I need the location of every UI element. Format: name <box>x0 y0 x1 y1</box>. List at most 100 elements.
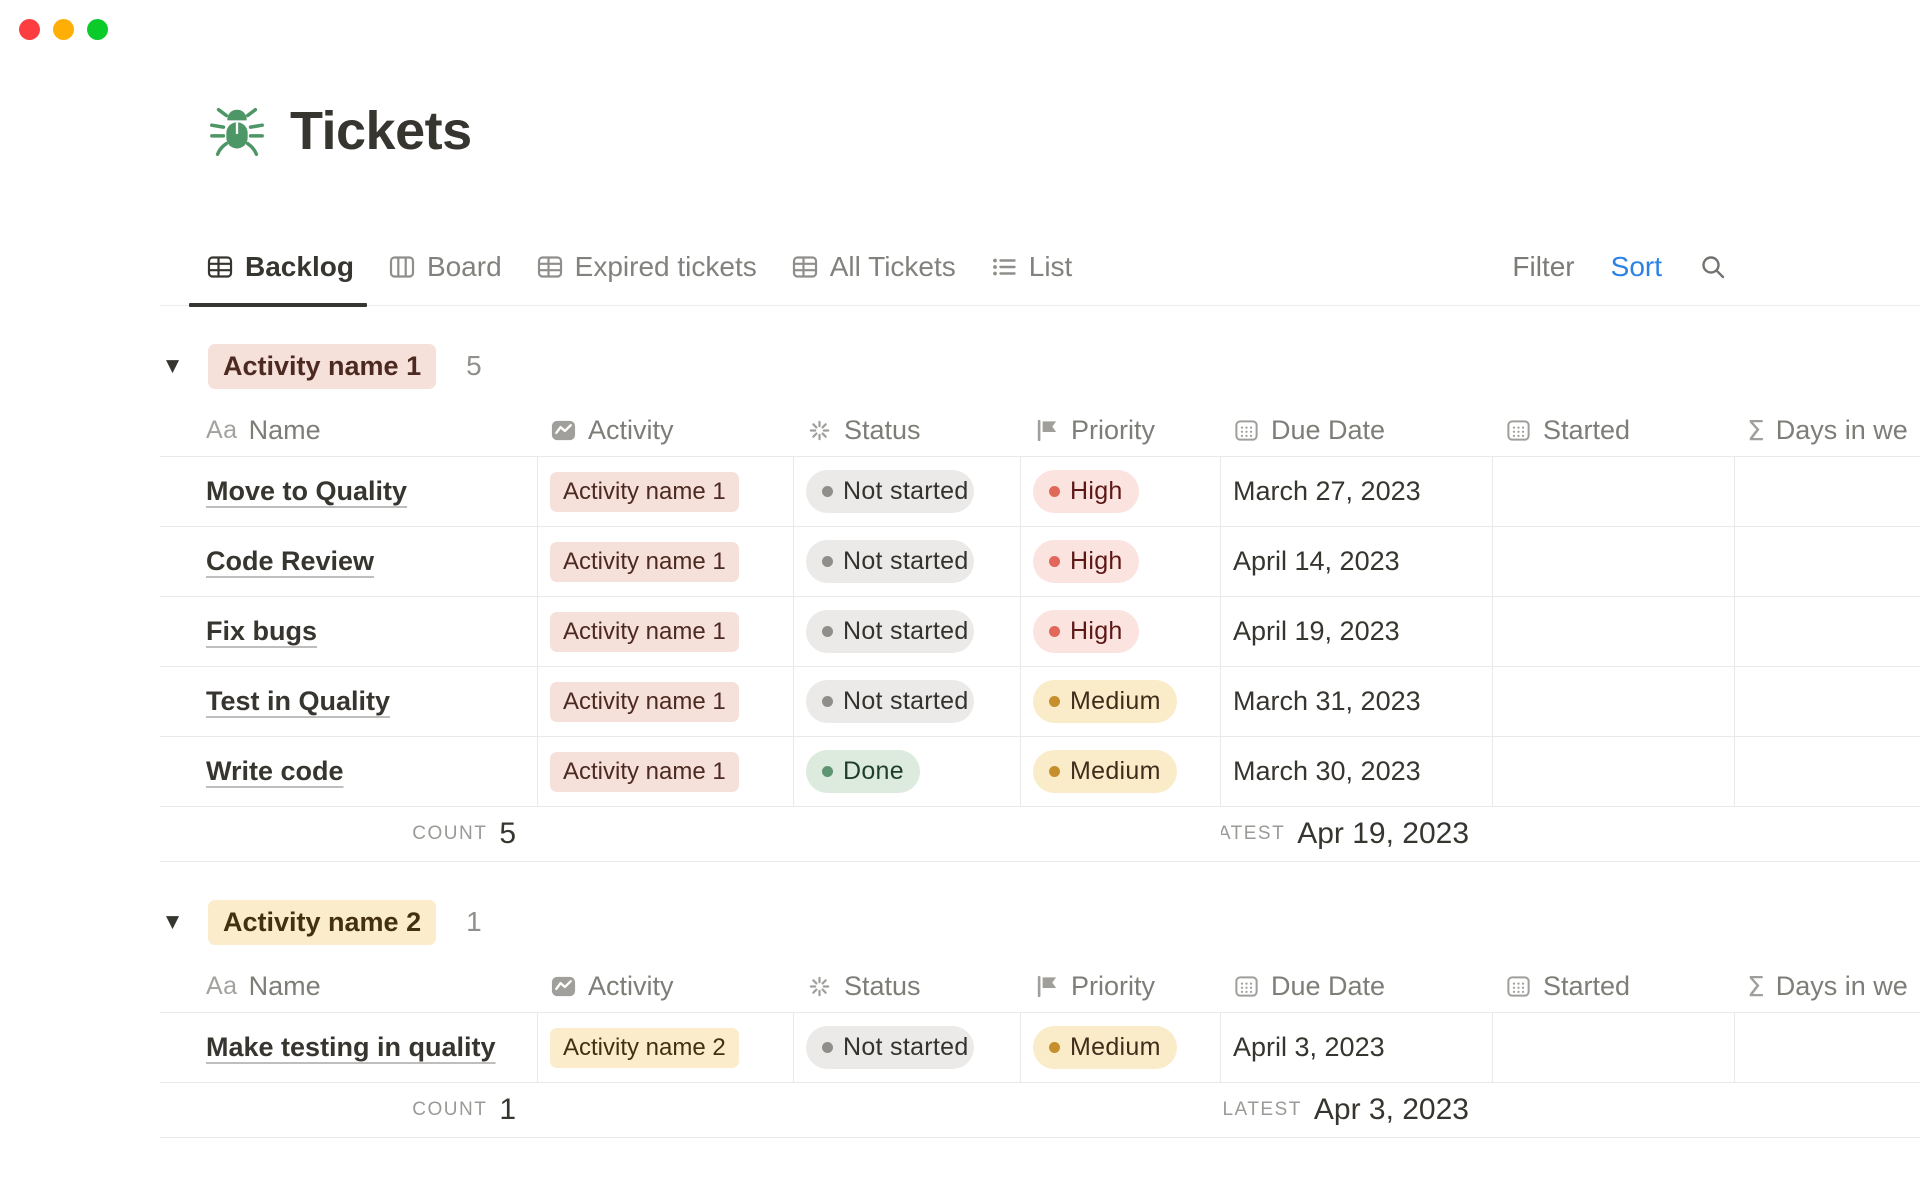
page-title[interactable]: Tickets <box>290 100 472 162</box>
column-header-priority[interactable]: Priority <box>1021 404 1221 456</box>
filter-button[interactable]: Filter <box>1512 251 1574 283</box>
status-dot <box>822 486 833 497</box>
group-toggle-icon[interactable]: ▼ <box>166 912 186 932</box>
status-label: Done <box>843 757 904 786</box>
cell-priority[interactable]: High <box>1021 597 1221 667</box>
cell-name[interactable]: Test in Quality <box>160 667 538 737</box>
column-header-activity[interactable]: Activity <box>538 404 794 456</box>
tab-backlog[interactable]: Backlog <box>206 251 354 305</box>
tab-board[interactable]: Board <box>388 251 502 305</box>
status-dot <box>822 556 833 567</box>
tab-label: List <box>1029 251 1073 283</box>
cell-activity[interactable]: Activity name 1 <box>538 597 794 667</box>
cell-activity[interactable]: Activity name 1 <box>538 457 794 527</box>
column-header-days-in-we[interactable]: ΣDays in we <box>1735 404 1920 456</box>
cell-activity[interactable]: Activity name 2 <box>538 1013 794 1083</box>
tab-expired-tickets[interactable]: Expired tickets <box>536 251 757 305</box>
cell-name[interactable]: Code Review <box>160 527 538 597</box>
cell-status[interactable]: Done <box>794 737 1021 807</box>
cell-status[interactable]: Not started <box>794 457 1021 527</box>
cell-status[interactable]: Not started <box>794 667 1021 737</box>
column-label: Activity <box>588 415 674 446</box>
column-header-started[interactable]: Started <box>1493 960 1735 1012</box>
cell-status[interactable]: Not started <box>794 527 1021 597</box>
cell-status[interactable]: Not started <box>794 597 1021 667</box>
tab-list[interactable]: List <box>990 251 1073 305</box>
sort-button[interactable]: Sort <box>1611 251 1662 283</box>
view-tabbar: Backlog Board Expired tickets All Tickets Li… <box>160 210 1920 306</box>
cell-days-in-we[interactable] <box>1735 1013 1920 1083</box>
count-value: 5 <box>499 817 516 851</box>
cell-activity[interactable]: Activity name 1 <box>538 737 794 807</box>
footer-latest[interactable]: LATESTApr 19, 2023 <box>1221 807 1493 861</box>
calendar-icon <box>1505 417 1532 444</box>
search-icon[interactable] <box>1698 252 1728 282</box>
cell-priority[interactable]: High <box>1021 457 1221 527</box>
column-header-due-date[interactable]: Due Date <box>1221 960 1493 1012</box>
column-header-due-date[interactable]: Due Date <box>1221 404 1493 456</box>
footer-latest[interactable]: LATESTApr 3, 2023 <box>1221 1083 1493 1137</box>
due-date-text: April 19, 2023 <box>1233 616 1400 647</box>
cell-days-in-we[interactable] <box>1735 667 1920 737</box>
column-header-started[interactable]: Started <box>1493 404 1735 456</box>
cell-due-date[interactable]: April 3, 2023 <box>1221 1013 1493 1083</box>
cell-days-in-we[interactable] <box>1735 597 1920 667</box>
cell-priority[interactable]: Medium <box>1021 667 1221 737</box>
cell-started[interactable] <box>1493 667 1735 737</box>
cell-due-date[interactable]: March 27, 2023 <box>1221 457 1493 527</box>
traffic-light-close[interactable] <box>19 19 40 40</box>
calendar-icon <box>1505 973 1532 1000</box>
cell-due-date[interactable]: March 30, 2023 <box>1221 737 1493 807</box>
column-header-days-in-we[interactable]: ΣDays in we <box>1735 960 1920 1012</box>
cell-days-in-we[interactable] <box>1735 737 1920 807</box>
cell-started[interactable] <box>1493 737 1735 807</box>
bug-icon[interactable] <box>206 100 268 162</box>
column-header-priority[interactable]: Priority <box>1021 960 1221 1012</box>
footer-count[interactable]: COUNT1 <box>160 1083 538 1137</box>
cell-due-date[interactable]: April 19, 2023 <box>1221 597 1493 667</box>
tab-all-tickets[interactable]: All Tickets <box>791 251 956 305</box>
priority-pill: Medium <box>1033 1026 1177 1069</box>
group-tag[interactable]: Activity name 1 <box>208 344 436 389</box>
column-header-status[interactable]: Status <box>794 960 1021 1012</box>
column-header-activity[interactable]: Activity <box>538 960 794 1012</box>
table-icon <box>791 253 819 281</box>
cell-name[interactable]: Fix bugs <box>160 597 538 667</box>
activity-icon <box>550 417 577 444</box>
cell-activity[interactable]: Activity name 1 <box>538 527 794 597</box>
cell-name[interactable]: Write code <box>160 737 538 807</box>
cell-name[interactable]: Move to Quality <box>160 457 538 527</box>
cell-priority[interactable]: Medium <box>1021 737 1221 807</box>
priority-label: High <box>1070 547 1123 576</box>
cell-days-in-we[interactable] <box>1735 457 1920 527</box>
cell-due-date[interactable]: March 31, 2023 <box>1221 667 1493 737</box>
column-header-name[interactable]: AaName <box>160 404 538 456</box>
cell-activity[interactable]: Activity name 1 <box>538 667 794 737</box>
traffic-light-minimize[interactable] <box>53 19 74 40</box>
column-label: Name <box>249 971 321 1002</box>
cell-started[interactable] <box>1493 527 1735 597</box>
cell-priority[interactable]: High <box>1021 527 1221 597</box>
table-footer-row: COUNT1 LATESTApr 3, 2023 <box>160 1083 1920 1138</box>
column-header-status[interactable]: Status <box>794 404 1021 456</box>
group-toggle-icon[interactable]: ▼ <box>166 356 186 376</box>
status-spinner-icon <box>806 417 833 444</box>
cell-name[interactable]: Make testing in quality <box>160 1013 538 1083</box>
cell-started[interactable] <box>1493 597 1735 667</box>
group-tag[interactable]: Activity name 2 <box>208 900 436 945</box>
cell-started[interactable] <box>1493 1013 1735 1083</box>
cell-started[interactable] <box>1493 457 1735 527</box>
status-dot <box>822 626 833 637</box>
row-title: Fix bugs <box>206 616 317 647</box>
footer-count[interactable]: COUNT5 <box>160 807 538 861</box>
cell-priority[interactable]: Medium <box>1021 1013 1221 1083</box>
priority-label: Medium <box>1070 687 1161 716</box>
traffic-light-zoom[interactable] <box>87 19 108 40</box>
cell-days-in-we[interactable] <box>1735 527 1920 597</box>
cell-due-date[interactable]: April 14, 2023 <box>1221 527 1493 597</box>
activity-tag: Activity name 1 <box>550 612 739 652</box>
activity-tag: Activity name 1 <box>550 542 739 582</box>
column-header-name[interactable]: AaName <box>160 960 538 1012</box>
cell-status[interactable]: Not started <box>794 1013 1021 1083</box>
table-icon <box>206 253 234 281</box>
